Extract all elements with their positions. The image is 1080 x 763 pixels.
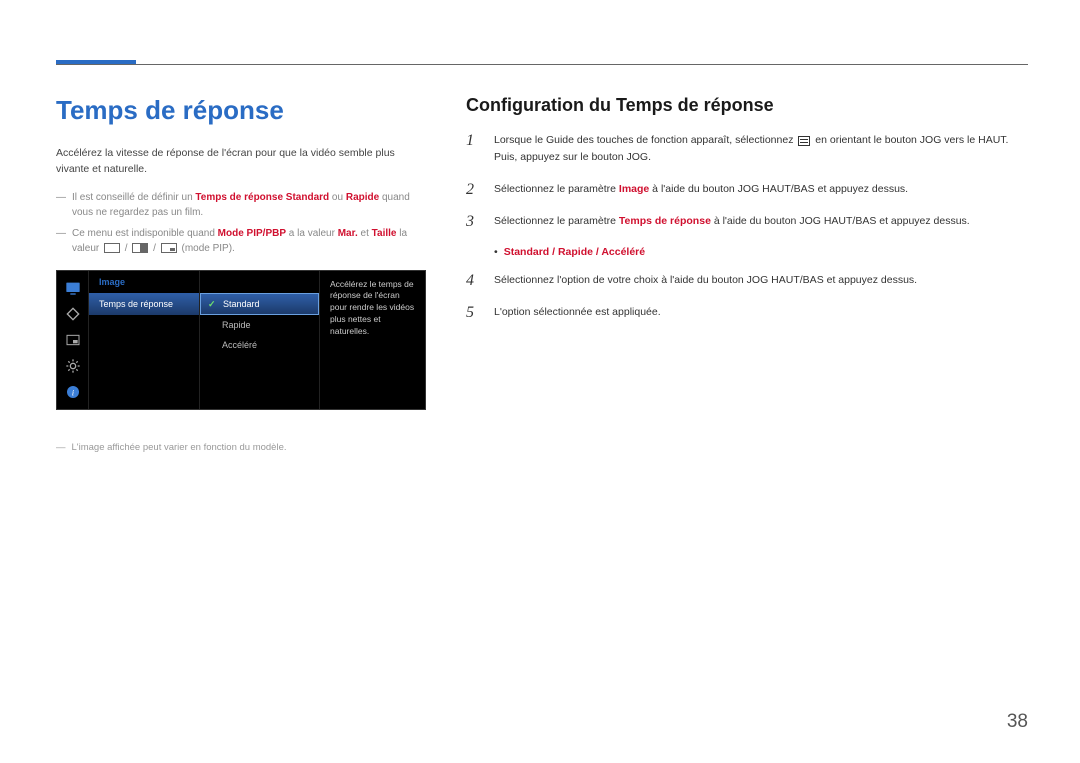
page-number: 38 [1007,711,1028,733]
right-column: Configuration du Temps de réponse 1 Lors… [466,95,1028,453]
note1-bold1: Temps de réponse Standard [195,192,329,203]
intro-paragraph: Accélérez la vitesse de réponse de l'écr… [56,146,426,178]
procedure-heading: Configuration du Temps de réponse [466,95,1028,116]
note-dash-icon: ― [56,226,66,256]
disclaimer-text: L'image affichée peut varier en fonction… [72,442,287,453]
note-unavailable: ― Ce menu est indisponible quand Mode PI… [56,226,426,256]
osd-tab-settings-icon [61,303,85,325]
step-number: 2 [466,181,480,199]
step-1: 1 Lorsque le Guide des touches de foncti… [466,132,1028,166]
page-content: Temps de réponse Accélérez la vitesse de… [0,0,1080,453]
left-column: Temps de réponse Accélérez la vitesse de… [56,95,426,453]
step3-pre: Sélectionnez le paramètre [494,215,619,227]
note-dash-icon: ― [56,442,66,453]
pip-layout-full-icon [104,243,120,253]
osd-tab-image-icon [61,277,85,299]
osd-menu-item: Temps de réponse [89,293,199,315]
note2-bold2: Mar. [338,228,358,239]
osd-body: Image Temps de réponse Standard Rapide A… [89,271,425,409]
step-body: Sélectionnez le paramètre Image à l'aide… [494,181,1028,198]
osd-option-accelere: Accéléré [200,335,319,355]
step-body: Sélectionnez l'option de votre choix à l… [494,272,1028,289]
osd-sidebar: i [57,271,89,409]
step-number: 3 [466,213,480,231]
note2-mid2: et [358,228,372,239]
header-rule [56,64,1028,65]
step-2: 2 Sélectionnez le paramètre Image à l'ai… [466,181,1028,199]
step1-pre: Lorsque le Guide des touches de fonction… [494,134,796,146]
step-5: 5 L'option sélectionnée est appliquée. [466,304,1028,322]
image-disclaimer: ― L'image affichée peut varier en foncti… [56,442,426,453]
step-number: 4 [466,272,480,290]
note2-bold3: Taille [372,228,397,239]
step2-post: à l'aide du bouton JOG HAUT/BAS et appuy… [649,183,908,195]
note-dash-icon: ― [56,190,66,220]
osd-tab-gear-icon [61,355,85,377]
step-number: 1 [466,132,480,150]
steps-list: 1 Lorsque le Guide des touches de foncti… [466,132,1028,322]
step3-post: à l'aide du bouton JOG HAUT/BAS et appuy… [711,215,970,227]
osd-screenshot: i Image Temps de réponse Standard Rapide… [56,270,426,410]
bullet-dot-icon: • [494,246,498,258]
note1-bold2: Rapide [346,192,379,203]
note2-mid1: a la valeur [286,228,338,239]
osd-menu-column: Image Temps de réponse [89,271,199,409]
pip-layout-half-icon [132,243,148,253]
note-text: Il est conseillé de définir un Temps de … [72,190,426,220]
osd-option-rapide: Rapide [200,315,319,335]
note1-pre: Il est conseillé de définir un [72,192,195,203]
step2-bold: Image [619,183,649,195]
pip-layout-pip-icon [161,243,177,253]
osd-option-standard: Standard [200,293,319,315]
step-3: 3 Sélectionnez le paramètre Temps de rép… [466,213,1028,231]
osd-tab-info-icon: i [61,381,85,403]
section-heading: Temps de réponse [56,95,426,126]
menu-icon [798,136,810,146]
note2-pre: Ce menu est indisponible quand [72,228,218,239]
options-text: Standard / Rapide / Accéléré [504,246,645,258]
slash: / [125,243,128,254]
step2-pre: Sélectionnez le paramètre [494,183,619,195]
step3-bold: Temps de réponse [619,215,711,227]
step-number: 5 [466,304,480,322]
step-body: Lorsque le Guide des touches de fonction… [494,132,1028,166]
step-4: 4 Sélectionnez l'option de votre choix à… [466,272,1028,290]
note2-bold1: Mode PIP/PBP [218,228,286,239]
osd-help-text: Accélérez le temps de réponse de l'écran… [319,271,425,409]
note-recommend: ― Il est conseillé de définir un Temps d… [56,190,426,220]
osd-options-column: Standard Rapide Accéléré [199,271,319,409]
note-text: Ce menu est indisponible quand Mode PIP/… [72,226,426,256]
note1-mid: ou [329,192,346,203]
step-body: L'option sélectionnée est appliquée. [494,304,1028,321]
options-bullet: • Standard / Rapide / Accéléré [494,246,1028,258]
osd-tab-pip-icon [61,329,85,351]
step-body: Sélectionnez le paramètre Temps de répon… [494,213,1028,230]
note2-post: (mode PIP). [181,243,234,254]
osd-section-title: Image [89,277,199,293]
slash: / [153,243,156,254]
